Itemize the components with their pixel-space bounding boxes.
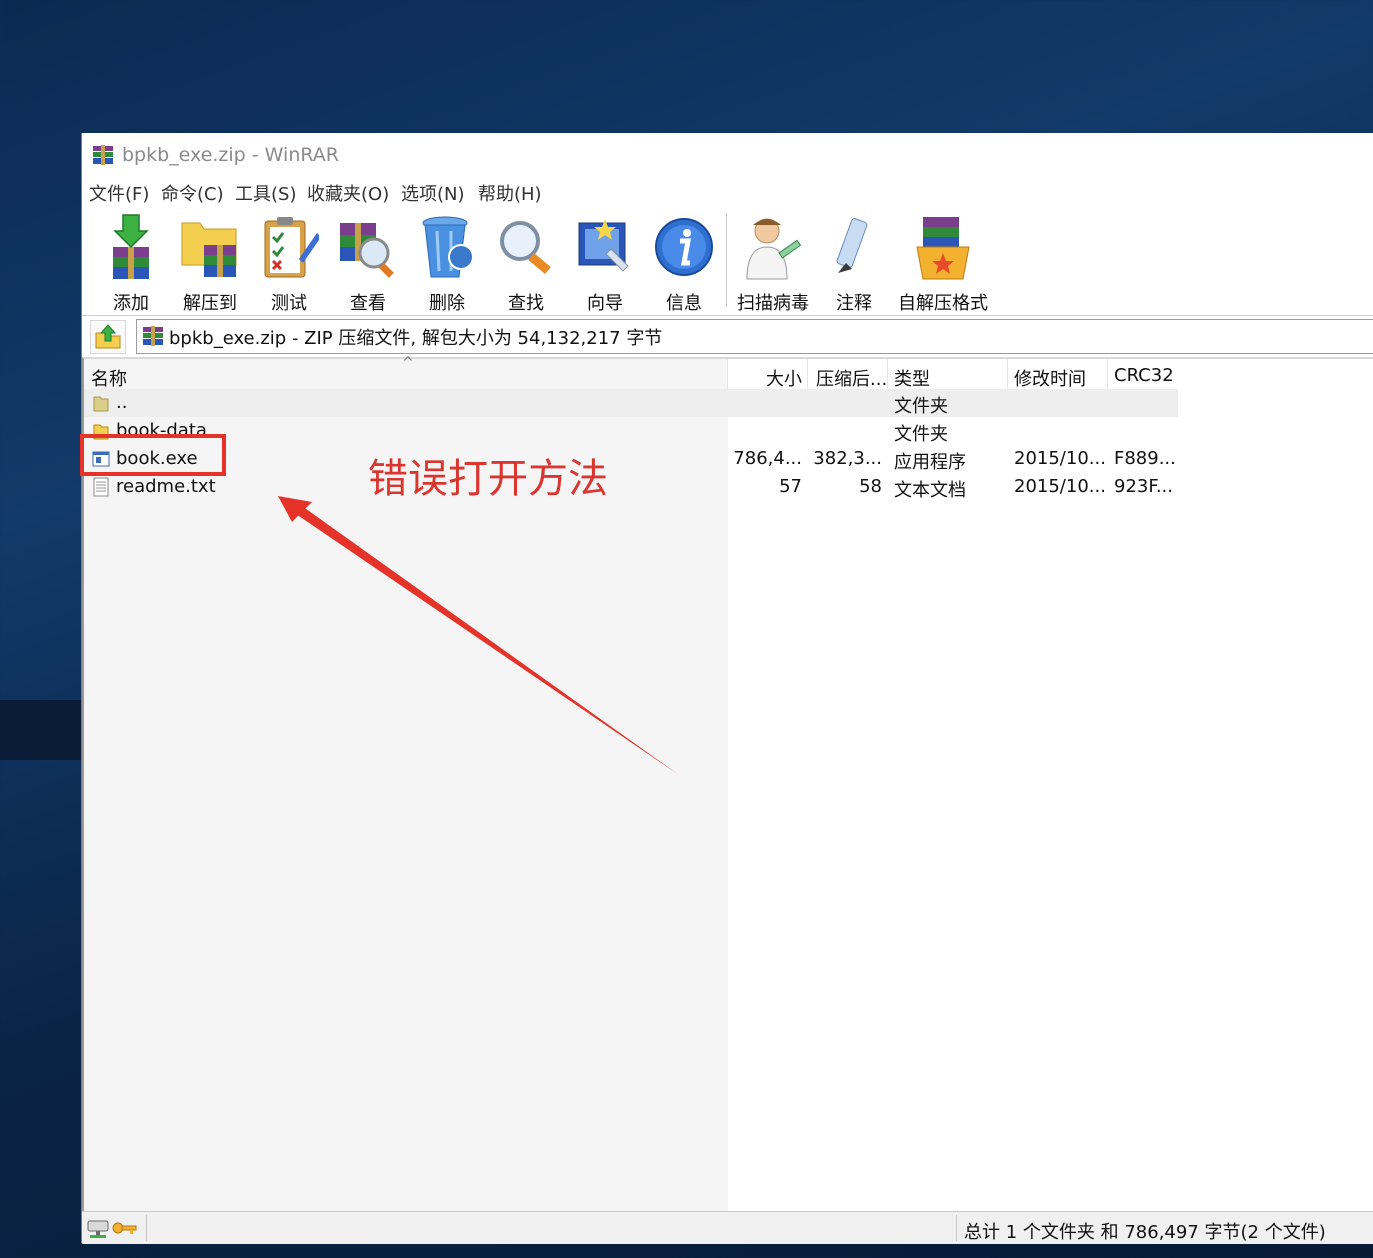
menu-help[interactable]: 帮助(H) bbox=[478, 180, 542, 206]
column-header-packed[interactable]: 压缩后... bbox=[816, 365, 887, 391]
wizard-wand-icon bbox=[578, 219, 629, 272]
menu-commands[interactable]: 命令(C) bbox=[161, 180, 224, 206]
comment-button[interactable]: 注释 bbox=[815, 209, 893, 314]
column-header-type[interactable]: 类型 bbox=[894, 365, 930, 391]
file-row-readme[interactable]: readme.txt 57 58 文本文档 2015/10... 923F... bbox=[84, 473, 1178, 501]
archive-icon bbox=[143, 326, 163, 346]
status-summary: 总计 1 个文件夹 和 786,497 字节(2 个文件) bbox=[964, 1222, 1326, 1243]
key-icon[interactable] bbox=[112, 1219, 138, 1237]
column-divider[interactable] bbox=[807, 359, 808, 389]
clipboard-check-icon bbox=[264, 217, 319, 278]
extract-folder-icon bbox=[181, 222, 237, 277]
file-row-book-exe[interactable]: book.exe 786,4... 382,3... 应用程序 2015/10.… bbox=[84, 445, 1178, 473]
sfx-label: 自解压格式 bbox=[898, 293, 988, 314]
path-field[interactable]: bpkb_exe.zip - ZIP 压缩文件, 解包大小为 54,132,21… bbox=[136, 319, 1373, 354]
status-divider bbox=[956, 1215, 957, 1241]
column-header-size[interactable]: 大小 bbox=[766, 365, 802, 391]
pencil-icon bbox=[836, 218, 868, 273]
status-bar: 总计 1 个文件夹 和 786,497 字节(2 个文件) bbox=[82, 1211, 1373, 1244]
sfx-button[interactable]: 自解压格式 bbox=[898, 209, 988, 314]
file-name: .. bbox=[116, 392, 128, 413]
text-file-icon bbox=[93, 477, 109, 497]
folder-icon bbox=[93, 396, 109, 412]
title-bar: bpkb_exe.zip - WinRAR bbox=[82, 133, 1373, 177]
doctor-icon bbox=[746, 218, 802, 280]
info-button[interactable]: 信息 bbox=[645, 209, 723, 314]
winrar-app-icon bbox=[93, 145, 113, 165]
file-modified: 2015/10... bbox=[1014, 448, 1106, 469]
sort-indicator: ^ bbox=[402, 355, 414, 371]
menu-bar: 文件(F) 命令(C) 工具(S) 收藏夹(O) 选项(N) 帮助(H) bbox=[82, 177, 1373, 207]
file-size: 786,4... bbox=[733, 448, 802, 469]
file-modified: 2015/10... bbox=[1014, 476, 1106, 497]
file-type: 文本文档 bbox=[894, 480, 966, 501]
trash-bin-icon bbox=[422, 216, 474, 278]
column-header-modified[interactable]: 修改时间 bbox=[1014, 365, 1086, 391]
info-icon bbox=[655, 218, 713, 276]
winrar-window: bpkb_exe.zip - WinRAR 文件(F) 命令(C) 工具(S) … bbox=[81, 133, 1373, 1244]
find-magnifier-icon bbox=[500, 221, 551, 275]
up-folder-button[interactable] bbox=[90, 320, 126, 354]
network-drive-icon[interactable] bbox=[86, 1218, 110, 1240]
file-type: 文件夹 bbox=[894, 424, 948, 445]
address-bar: bpkb_exe.zip - ZIP 压缩文件, 解包大小为 54,132,21… bbox=[82, 317, 1373, 355]
menu-favorites[interactable]: 收藏夹(O) bbox=[307, 180, 389, 206]
menu-file[interactable]: 文件(F) bbox=[89, 180, 149, 206]
desktop-background bbox=[0, 700, 82, 760]
add-icon bbox=[113, 214, 149, 279]
file-row-parent[interactable]: .. 文件夹 bbox=[84, 389, 1178, 417]
column-header-crc[interactable]: CRC32 bbox=[1114, 365, 1174, 386]
file-crc: 923F... bbox=[1114, 476, 1173, 497]
annotation-text: 错误打开方法 bbox=[368, 456, 608, 502]
window-title: bpkb_exe.zip - WinRAR bbox=[122, 144, 339, 166]
column-divider[interactable] bbox=[727, 359, 728, 389]
column-divider[interactable] bbox=[1107, 359, 1108, 389]
file-type: 应用程序 bbox=[894, 452, 966, 473]
file-size: 57 bbox=[779, 476, 802, 497]
file-row-book-data[interactable]: book-data 文件夹 bbox=[84, 417, 1178, 445]
file-crc: F889... bbox=[1114, 448, 1176, 469]
sfx-box-icon bbox=[916, 217, 970, 280]
menu-tools[interactable]: 工具(S) bbox=[235, 180, 296, 206]
toolbar: 添加 解压到 测试 查看 删除 查找 向导 信息 扫描病毒 注释 自解压格式 bbox=[82, 207, 1373, 316]
annotation-highlight-box bbox=[80, 434, 226, 476]
column-divider[interactable] bbox=[1007, 359, 1008, 389]
path-text: bpkb_exe.zip - ZIP 压缩文件, 解包大小为 54,132,21… bbox=[169, 328, 663, 349]
file-type: 文件夹 bbox=[894, 396, 948, 417]
file-name: readme.txt bbox=[116, 476, 216, 497]
file-list: ^ 名称 大小 压缩后... 类型 修改时间 CRC32 .. 文件夹 book… bbox=[82, 355, 1373, 1213]
view-magnifier-icon bbox=[340, 223, 394, 278]
file-packed-size: 382,3... bbox=[813, 448, 882, 469]
column-header-name[interactable]: 名称 bbox=[91, 365, 127, 391]
column-divider[interactable] bbox=[887, 359, 888, 389]
up-arrow-folder-icon bbox=[95, 324, 121, 349]
menu-options[interactable]: 选项(N) bbox=[401, 180, 465, 206]
file-packed-size: 58 bbox=[859, 476, 882, 497]
status-divider bbox=[146, 1215, 147, 1241]
